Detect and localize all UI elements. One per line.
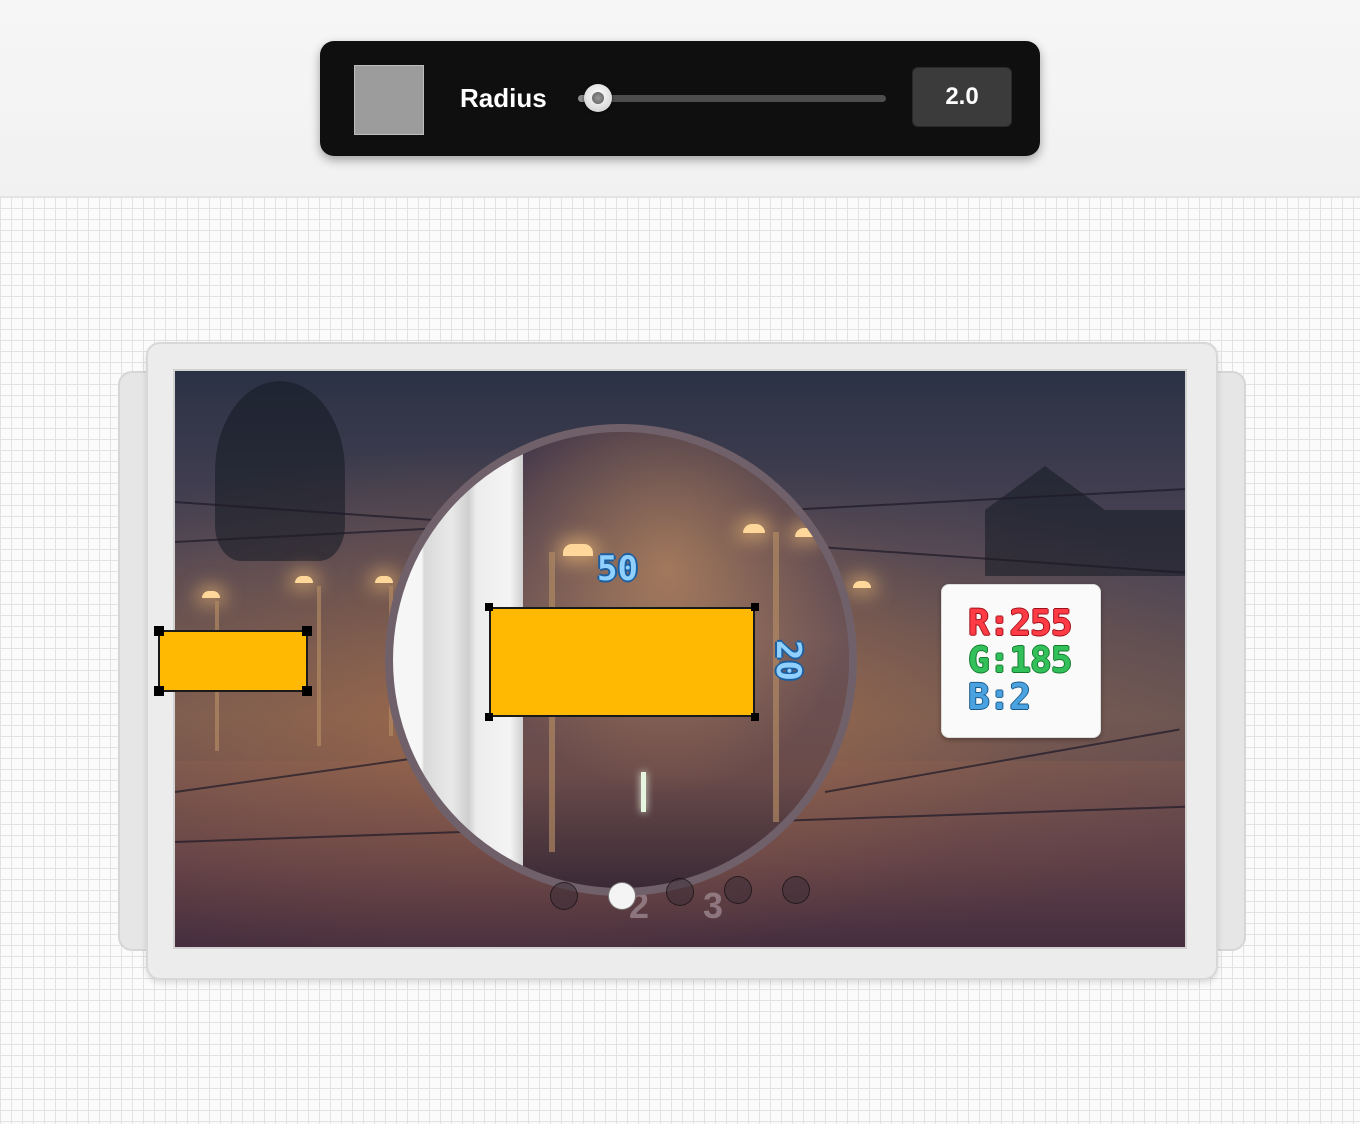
- radius-slider[interactable]: [578, 95, 886, 102]
- resize-handle[interactable]: [485, 603, 493, 611]
- lamp-icon: [202, 591, 220, 598]
- radius-value-field[interactable]: 2.0: [912, 67, 1012, 127]
- pagination-dot[interactable]: [550, 882, 578, 910]
- green-value: G:185: [968, 640, 1072, 681]
- radius-toolbar: Radius 2.0: [320, 41, 1040, 156]
- resize-handle[interactable]: [485, 713, 493, 721]
- resize-handle[interactable]: [302, 626, 312, 636]
- lamp-icon: [375, 576, 393, 583]
- rounded-rectangle-shape[interactable]: [154, 626, 312, 696]
- resize-handle[interactable]: [751, 603, 759, 611]
- red-value: R:255: [968, 603, 1072, 644]
- height-dimension-label: 20: [768, 640, 808, 681]
- pagination-dot[interactable]: [782, 876, 810, 904]
- rounded-rectangle-shape-zoomed[interactable]: [485, 603, 759, 721]
- resize-handle[interactable]: [154, 626, 164, 636]
- lamp-icon: [795, 528, 817, 537]
- radius-label: Radius: [460, 83, 547, 113]
- resize-handle[interactable]: [154, 686, 164, 696]
- blue-value: B:2: [968, 677, 1031, 718]
- pagination-dot[interactable]: [666, 878, 694, 906]
- pagination-dot-active[interactable]: [608, 882, 636, 910]
- lamp-pole: [641, 772, 646, 812]
- color-swatch[interactable]: [354, 65, 424, 135]
- radius-slider-thumb[interactable]: [584, 84, 612, 112]
- resize-handle[interactable]: [302, 686, 312, 696]
- lamp-icon: [743, 524, 765, 533]
- pagination-dot[interactable]: [724, 876, 752, 904]
- platform-sign-number: 3: [703, 885, 724, 926]
- resize-handle[interactable]: [751, 713, 759, 721]
- lamp-icon: [563, 544, 593, 556]
- width-dimension-label: 50: [597, 549, 638, 589]
- rgb-value-card: R:255 G:185 B:2: [941, 584, 1101, 738]
- lamp-icon: [295, 576, 313, 583]
- lamp-pole: [317, 586, 321, 746]
- lamp-icon: [853, 581, 871, 588]
